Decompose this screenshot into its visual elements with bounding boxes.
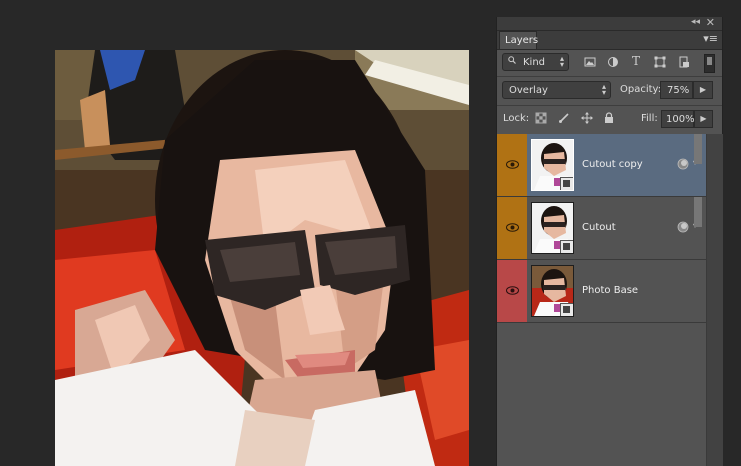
- layer-effects-icon[interactable]: [677, 221, 689, 233]
- layer-effects-icon[interactable]: [677, 158, 689, 170]
- lock-label: Lock:: [503, 113, 530, 124]
- fill-dropdown-button[interactable]: ▶: [694, 110, 713, 128]
- layer-row-photo-base[interactable]: Photo Base: [497, 260, 706, 323]
- lock-position-icon[interactable]: [581, 112, 593, 124]
- fill-input[interactable]: 100%: [661, 110, 695, 128]
- layers-panel: ◂◂ ✕ Layers ▾≡ Kind ▴ ▾ T Overlay ▴ ▾ Op…: [496, 16, 723, 466]
- blend-mode-select[interactable]: Overlay ▴ ▾: [502, 81, 611, 99]
- smart-object-badge-icon: [560, 177, 573, 190]
- divider: [497, 76, 722, 77]
- close-panel-icon[interactable]: ✕: [706, 16, 715, 29]
- layers-list: Cutout copy ▾: [497, 134, 706, 323]
- layer-thumbnail[interactable]: [531, 202, 574, 254]
- opacity-dropdown-button[interactable]: ▶: [693, 81, 713, 99]
- smart-object-badge-icon: [560, 303, 573, 316]
- layer-name[interactable]: Photo Base: [582, 285, 638, 296]
- updown-arrows-icon: ▴ ▾: [559, 54, 564, 69]
- photo-image: [55, 50, 469, 466]
- lock-all-icon[interactable]: [603, 112, 615, 124]
- adjustment-filter-icon[interactable]: [607, 56, 619, 68]
- eye-visibility-icon[interactable]: [506, 286, 519, 295]
- layer-scroll-indicator: [694, 197, 702, 227]
- fill-label: Fill:: [641, 113, 658, 124]
- updown-arrows-icon: ▴ ▾: [601, 82, 606, 97]
- lock-transparent-pixels-icon[interactable]: [535, 112, 547, 124]
- collapse-panel-icon[interactable]: ◂◂: [691, 17, 700, 27]
- layer-color-label: [497, 260, 527, 322]
- opacity-label: Opacity:: [620, 84, 662, 95]
- shape-filter-icon[interactable]: [654, 56, 666, 68]
- layer-row-cutout-copy[interactable]: Cutout copy ▾: [497, 134, 706, 197]
- filter-toggle-switch[interactable]: [704, 54, 715, 73]
- layer-thumbnail[interactable]: [531, 265, 574, 317]
- filter-kind-label: Kind: [523, 57, 546, 68]
- layer-name[interactable]: Cutout: [582, 222, 616, 233]
- tab-layers[interactable]: Layers: [499, 31, 538, 49]
- layer-color-label: [497, 197, 527, 259]
- type-filter-icon[interactable]: T: [632, 54, 644, 68]
- opacity-input[interactable]: 75%: [660, 81, 693, 99]
- layer-row-cutout[interactable]: Cutout ▾: [497, 197, 706, 260]
- layer-thumbnail[interactable]: [531, 139, 574, 191]
- eye-visibility-icon[interactable]: [506, 223, 519, 232]
- blend-row: Overlay ▴ ▾ Opacity: 75% ▶: [497, 78, 722, 104]
- panel-title-bar[interactable]: ◂◂ ✕: [497, 16, 722, 31]
- lock-row: Lock: Fill: 100% ▶: [497, 106, 722, 132]
- document-canvas[interactable]: [55, 50, 469, 466]
- smart-object-filter-icon[interactable]: [678, 56, 690, 68]
- search-icon: [508, 56, 516, 64]
- panel-menu-icon[interactable]: ▾≡: [703, 32, 718, 45]
- layer-scroll-indicator: [694, 134, 702, 164]
- layer-color-label: [497, 134, 527, 196]
- layer-name[interactable]: Cutout copy: [582, 159, 643, 170]
- layers-scrollbar[interactable]: [706, 134, 723, 466]
- layer-filter-row: Kind ▴ ▾ T: [497, 50, 722, 76]
- blend-mode-value: Overlay: [509, 85, 548, 96]
- filter-kind-select[interactable]: Kind ▴ ▾: [502, 53, 569, 71]
- pixel-filter-icon[interactable]: [584, 56, 596, 68]
- eye-visibility-icon[interactable]: [506, 160, 519, 169]
- lock-image-pixels-icon[interactable]: [558, 112, 570, 124]
- panel-tab-bar: Layers ▾≡: [497, 31, 722, 50]
- smart-object-badge-icon: [560, 240, 573, 253]
